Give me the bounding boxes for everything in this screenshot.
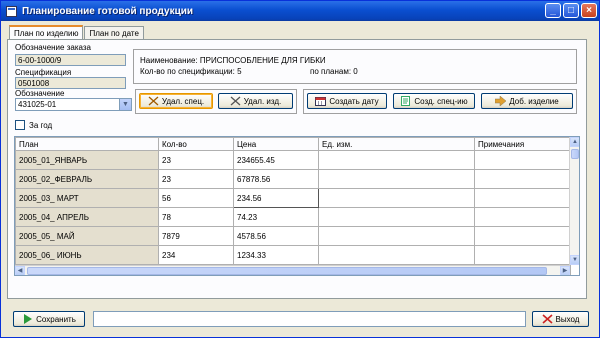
qty-cell[interactable]: 234 — [158, 245, 234, 265]
cross-icon — [148, 96, 159, 106]
price-cell[interactable]: 1234.33 — [233, 245, 319, 265]
column-header-qty[interactable]: Кол-во — [158, 137, 234, 151]
scroll-up-button[interactable]: ▲ — [570, 137, 579, 147]
unit-cell[interactable] — [318, 226, 475, 246]
table-row[interactable]: 2005_05_ МАЙ 7879 4578.56 — [15, 226, 571, 246]
save-button[interactable]: Сохранить — [13, 311, 85, 327]
horizontal-scroll-thumb[interactable] — [27, 267, 547, 275]
spec-qty-text: Кол-во по спецификации: 5 — [140, 67, 242, 76]
title-bar[interactable]: Планирование готовой продукции _ □ × — [1, 1, 599, 21]
price-cell[interactable]: 67878.56 — [233, 169, 319, 189]
add-item-button[interactable]: Доб. изделие — [481, 93, 573, 109]
notes-cell[interactable] — [474, 150, 571, 170]
calendar-icon — [315, 97, 327, 106]
column-header-price[interactable]: Цена — [233, 137, 319, 151]
scroll-down-button[interactable]: ▼ — [570, 255, 579, 265]
item-name-text: Наименование: ПРИСПОСОБЛЕНИЕ ДЛЯ ГИБКИ — [140, 56, 326, 65]
column-header-unit[interactable]: Ед. изм. — [318, 137, 475, 151]
year-checkbox[interactable] — [15, 120, 25, 130]
tab-plan-by-date[interactable]: План по дате — [84, 26, 144, 39]
status-field[interactable] — [93, 311, 526, 327]
notes-cell[interactable] — [474, 245, 571, 265]
unit-cell[interactable] — [318, 188, 475, 208]
notes-cell[interactable] — [474, 188, 571, 208]
vertical-scroll-thumb[interactable] — [571, 149, 579, 159]
plan-cell[interactable]: 2005_05_ МАЙ — [15, 226, 159, 246]
tab-strip: План по изделию План по дате — [9, 25, 145, 40]
unit-cell[interactable] — [318, 207, 475, 227]
designation-select[interactable]: 431025-01 ▼ — [15, 98, 132, 111]
spec-field[interactable]: 0501008 — [15, 77, 126, 89]
unit-cell[interactable] — [318, 169, 475, 189]
spec-label: Спецификация — [15, 68, 72, 77]
table-row[interactable]: 2005_03_ МАРТ 56 234.56 — [15, 188, 571, 208]
table-row[interactable]: 2005_04_ АПРЕЛЬ 78 74.23 — [15, 207, 571, 227]
play-icon — [24, 314, 33, 324]
main-window: Планирование готовой продукции _ □ × Пла… — [0, 0, 600, 338]
qty-cell[interactable]: 23 — [158, 150, 234, 170]
qty-cell[interactable]: 7879 — [158, 226, 234, 246]
plan-table: План Кол-во Цена Ед. изм. Примечания 200… — [14, 136, 580, 276]
plan-cell[interactable]: 2005_03_ МАРТ — [15, 188, 159, 208]
notes-cell[interactable] — [474, 169, 571, 189]
table-row[interactable]: 2005_01_ЯНВАРЬ 23 234655.45 — [15, 150, 571, 170]
delete-spec-button[interactable]: Удал. спец. — [139, 93, 213, 109]
window-title: Планирование готовой продукции — [22, 5, 194, 17]
delete-item-button[interactable]: Удал. изд. — [218, 93, 293, 109]
order-field[interactable]: 6-00-1000/9 — [15, 54, 126, 66]
scroll-left-button[interactable]: ◀ — [15, 266, 25, 275]
vertical-scrollbar[interactable]: ▲ ▼ — [569, 137, 579, 265]
window-icon — [6, 5, 17, 17]
scroll-right-button[interactable]: ▶ — [560, 266, 570, 275]
table-row[interactable]: 2005_06_ ИЮНЬ 234 1234.33 — [15, 245, 571, 265]
plan-cell[interactable]: 2005_02_ФЕВРАЛЬ — [15, 169, 159, 189]
plan-cell[interactable]: 2005_06_ ИЮНЬ — [15, 245, 159, 265]
column-header-notes[interactable]: Примечания — [474, 137, 571, 151]
plan-cell[interactable]: 2005_04_ АПРЕЛЬ — [15, 207, 159, 227]
table-header-row: План Кол-во Цена Ед. изм. Примечания — [15, 137, 571, 151]
qty-cell[interactable]: 23 — [158, 169, 234, 189]
chevron-down-icon[interactable]: ▼ — [119, 99, 131, 110]
plan-qty-text: по планам: 0 — [310, 67, 358, 76]
tab-plan-by-item[interactable]: План по изделию — [9, 25, 84, 40]
unit-cell[interactable] — [318, 245, 475, 265]
plan-cell[interactable]: 2005_01_ЯНВАРЬ — [15, 150, 159, 170]
unit-cell[interactable] — [318, 150, 475, 170]
year-checkbox-label: За год — [29, 121, 53, 130]
price-cell[interactable]: 74.23 — [233, 207, 319, 227]
document-icon — [401, 96, 411, 106]
close-button[interactable]: × — [581, 3, 597, 18]
price-cell[interactable]: 234655.45 — [233, 150, 319, 170]
notes-cell[interactable] — [474, 226, 571, 246]
cross-icon — [230, 96, 241, 106]
exit-button[interactable]: Выход — [532, 311, 589, 327]
order-label: Обозначение заказа — [15, 43, 91, 52]
cross-icon — [541, 314, 553, 324]
designation-label: Обозначение — [15, 89, 65, 98]
qty-cell[interactable]: 56 — [158, 188, 234, 208]
column-header-plan[interactable]: План — [15, 137, 159, 151]
create-date-button[interactable]: Создать дату — [307, 93, 387, 109]
table-row[interactable]: 2005_02_ФЕВРАЛЬ 23 67878.56 — [15, 169, 571, 189]
notes-cell[interactable] — [474, 207, 571, 227]
designation-value: 431025-01 — [18, 100, 57, 109]
create-spec-button[interactable]: Созд. спец-ию — [393, 93, 475, 109]
price-cell[interactable]: 234.56 — [233, 188, 319, 208]
info-box: Наименование: ПРИСПОСОБЛЕНИЕ ДЛЯ ГИБКИ К… — [133, 49, 577, 84]
minimize-button[interactable]: _ — [545, 3, 561, 18]
qty-cell[interactable]: 78 — [158, 207, 234, 227]
price-cell[interactable]: 4578.56 — [233, 226, 319, 246]
maximize-button[interactable]: □ — [563, 3, 579, 18]
horizontal-scrollbar[interactable]: ◀ ▶ — [15, 265, 570, 275]
arrow-right-icon — [495, 96, 507, 106]
